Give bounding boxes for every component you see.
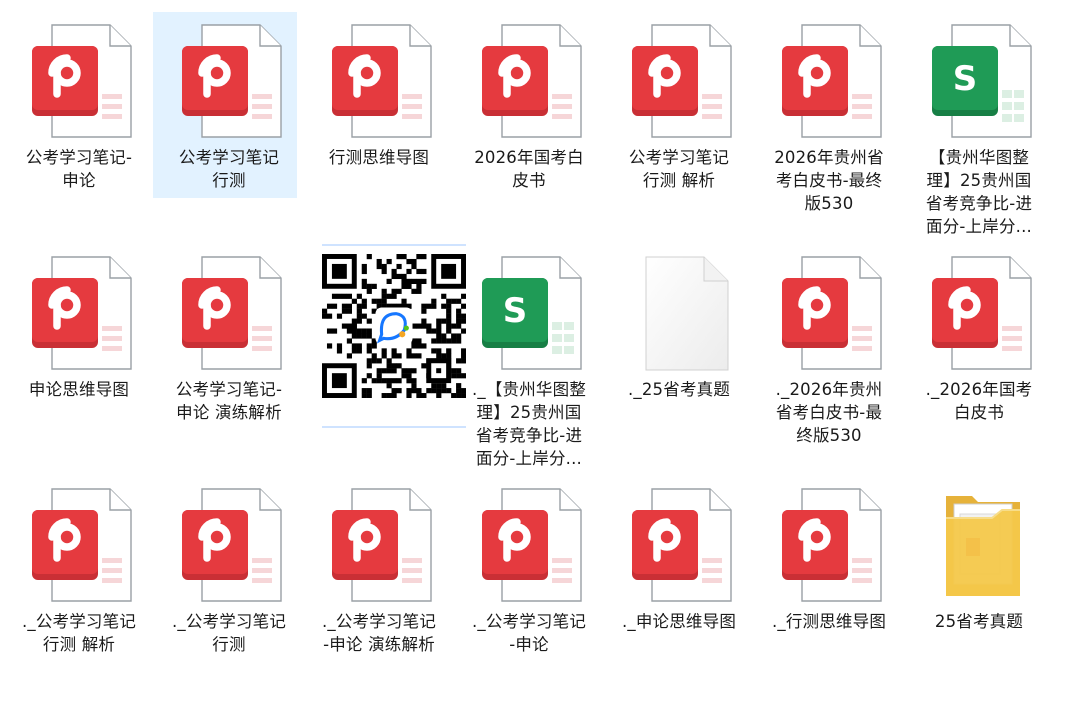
pdf-icon (32, 256, 132, 372)
pdf-icon (482, 488, 582, 604)
file-name-label: 行测思维导图 (328, 148, 430, 167)
file-name-label: ._公考学习笔记 行测 解析 (21, 612, 137, 654)
file-grid: 公考学习笔记- 申论 公考学习笔记 行测 行测思维导图 2026年国考白 皮书 … (0, 0, 1080, 669)
pdf-icon (782, 488, 882, 604)
file-item[interactable]: ._公考学习笔记 -申论 演练解析 (304, 476, 454, 708)
file-name-label: ._2026年国考 白皮书 (925, 380, 1033, 422)
file-name-label: 公考学习笔记- 申论 (25, 148, 133, 190)
pdf-icon (632, 488, 732, 604)
file-name-label: ._公考学习笔记 -申论 演练解析 (321, 612, 437, 654)
pdf-icon (182, 24, 282, 140)
pdf-icon (482, 24, 582, 140)
file-name-label: ._公考学习笔记 行测 (171, 612, 287, 654)
file-item[interactable]: ._公考学习笔记 -申论 (454, 476, 604, 708)
file-item[interactable]: 公考学习笔记 行测 (153, 12, 304, 244)
folder-icon (932, 488, 1032, 604)
file-item[interactable]: ._公考学习笔记 行测 (154, 476, 304, 708)
pdf-icon (332, 24, 432, 140)
file-name-label: ._【贵州华图整 理】25贵州国 省考竞争比-进 面分-上岸分... (471, 380, 587, 468)
file-item[interactable]: ._2026年贵州 省考白皮书-最 终版530 (754, 244, 904, 476)
file-item[interactable]: S 【贵州华图整 理】25贵州国 省考竞争比-进 面分-上岸分... (904, 12, 1054, 244)
file-item[interactable]: 公考学习笔记- 申论 演练解析 (154, 244, 304, 476)
file-item[interactable]: ._2026年国考 白皮书 (904, 244, 1054, 476)
file-name-label: 公考学习笔记 行测 解析 (628, 148, 730, 190)
file-name-label: 【贵州华图整 理】25贵州国 省考竞争比-进 面分-上岸分... (925, 148, 1033, 236)
file-name-label: 公考学习笔记- 申论 演练解析 (175, 380, 283, 422)
file-item[interactable]: 2026年国考白 皮书 (454, 12, 604, 244)
file-item[interactable]: ._25省考真题 (604, 244, 754, 476)
file-item[interactable]: ._申论思维导图 (604, 476, 754, 708)
file-name-label: 2026年国考白 皮书 (474, 148, 584, 190)
file-name-label: ._2026年贵州 省考白皮书-最 终版530 (775, 380, 883, 445)
qr-code-image[interactable] (322, 244, 466, 428)
file-item[interactable]: 申论思维导图 (4, 244, 154, 476)
file-name-label: 2026年贵州省 考白皮书-最终 版530 (774, 148, 884, 213)
file-item[interactable]: ._公考学习笔记 行测 解析 (4, 476, 154, 708)
sheet-icon: S (482, 256, 582, 372)
file-name-label: 公考学习笔记 行测 (178, 148, 280, 190)
svg-text:S: S (953, 59, 978, 99)
pdf-icon (932, 256, 1032, 372)
file-name-label: ._行测思维导图 (771, 612, 887, 631)
file-item[interactable]: 公考学习笔记 行测 解析 (604, 12, 754, 244)
pdf-icon (32, 24, 132, 140)
pdf-icon (782, 256, 882, 372)
file-name-label: ._公考学习笔记 -申论 (471, 612, 587, 654)
sheet-icon: S (932, 24, 1032, 140)
pdf-icon (182, 488, 282, 604)
pdf-icon (782, 24, 882, 140)
file-name-label: ._申论思维导图 (621, 612, 737, 631)
file-item[interactable]: ._行测思维导图 (754, 476, 904, 708)
file-item[interactable]: 行测思维导图 (304, 12, 454, 244)
pdf-icon (182, 256, 282, 372)
file-item[interactable]: 2026年贵州省 考白皮书-最终 版530 (754, 12, 904, 244)
pdf-icon (32, 488, 132, 604)
file-item[interactable]: 公考学习笔记- 申论 (4, 12, 154, 244)
file-name-label: 25省考真题 (934, 612, 1024, 631)
svg-text:S: S (503, 291, 528, 331)
pdf-icon (332, 488, 432, 604)
folder-item[interactable]: 25省考真题 (904, 476, 1054, 708)
blank-file-icon (632, 256, 732, 372)
file-name-label: 申论思维导图 (28, 380, 130, 399)
file-name-label: ._25省考真题 (627, 380, 731, 399)
pdf-icon (632, 24, 732, 140)
file-item[interactable]: S ._【贵州华图整 理】25贵州国 省考竞争比-进 面分-上岸分... (454, 244, 604, 476)
